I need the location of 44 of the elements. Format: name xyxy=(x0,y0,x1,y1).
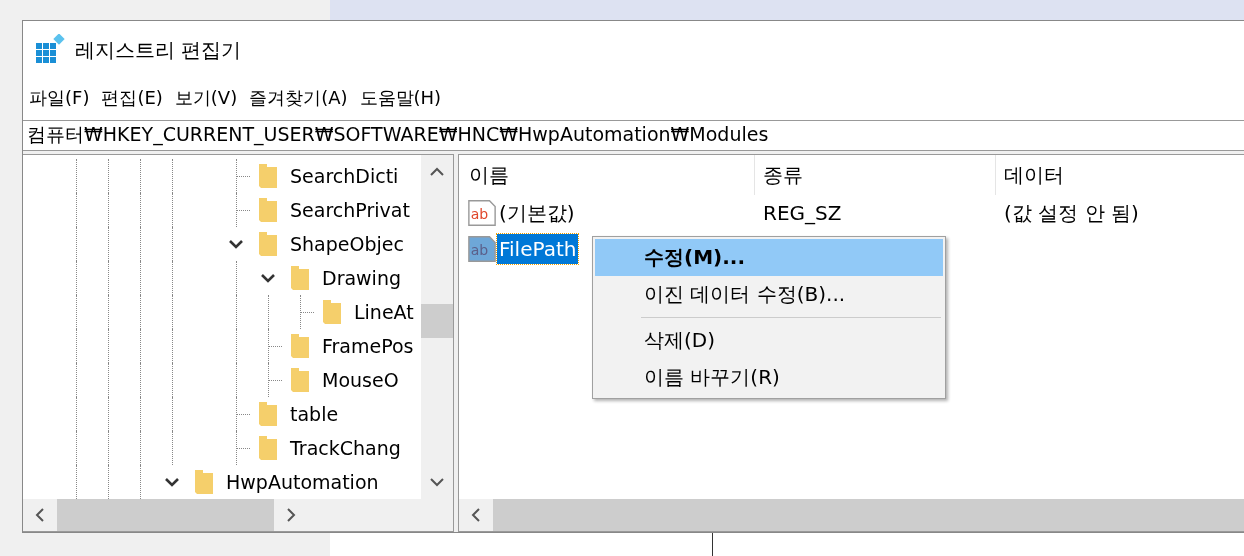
column-header[interactable]: 종류 xyxy=(755,155,996,195)
window-title: 레지스트리 편집기 xyxy=(75,36,242,64)
folder-icon xyxy=(322,299,342,325)
address-bar[interactable]: 컴퓨터₩HKEY_CURRENT_USER₩SOFTWARE₩HNC₩HwpAutomation₩Modules xyxy=(23,119,1244,151)
column-header[interactable]: 이름 xyxy=(459,155,755,195)
menu-item[interactable]: 파일(F) xyxy=(29,86,90,111)
menu-item[interactable]: 즐겨찾기(A) xyxy=(249,86,348,111)
vertical-scrollbar[interactable] xyxy=(421,155,453,499)
tree-item[interactable]: MouseO xyxy=(322,369,399,391)
tree-item[interactable]: ShapeObjec xyxy=(290,233,404,255)
horizontal-scrollbar[interactable] xyxy=(23,499,453,531)
folder-icon xyxy=(258,435,278,461)
menu-item[interactable]: 수정(M)... xyxy=(595,239,943,276)
tree-item[interactable]: SearchPrivat xyxy=(290,199,410,221)
menu-item[interactable]: 보기(V) xyxy=(174,86,238,111)
tree-item[interactable]: LineAt xyxy=(354,301,414,323)
tree-item[interactable]: Drawing xyxy=(322,267,401,289)
value-data: (값 설정 안 됨) xyxy=(1003,199,1139,227)
value-type: REG_SZ xyxy=(762,201,843,225)
folder-icon xyxy=(258,163,278,189)
menu-item[interactable]: 도움말(H) xyxy=(359,86,442,111)
scroll-thumb[interactable] xyxy=(421,304,453,338)
tree-item[interactable]: TrackChang xyxy=(290,437,401,459)
tree-item[interactable]: FramePos xyxy=(322,335,414,357)
menu-item[interactable]: 삭제(D) xyxy=(595,322,943,359)
menu-item[interactable]: 이름 바꾸기(R) xyxy=(595,359,943,396)
folder-icon xyxy=(258,197,278,223)
folder-icon xyxy=(290,265,310,291)
value-name[interactable]: (기본값) xyxy=(497,196,577,230)
folder-icon xyxy=(258,231,278,257)
scroll-thumb[interactable] xyxy=(57,499,274,531)
menu-item[interactable]: 편집(E) xyxy=(101,86,163,111)
column-header[interactable]: 데이터 xyxy=(996,155,1064,195)
folder-icon xyxy=(290,367,310,393)
value-name[interactable]: FilePath xyxy=(497,234,579,264)
tree-item[interactable]: table xyxy=(290,403,339,425)
folder-icon xyxy=(194,469,214,495)
string-value-icon: ab xyxy=(467,198,497,228)
tree-item[interactable]: HwpAutomation xyxy=(226,471,379,493)
tree-item[interactable]: SearchDicti xyxy=(290,165,399,187)
folder-icon xyxy=(290,333,310,359)
string-value-icon: ab xyxy=(467,234,497,264)
menu-item[interactable]: 이진 데이터 수정(B)... xyxy=(595,276,943,313)
folder-icon xyxy=(258,401,278,427)
